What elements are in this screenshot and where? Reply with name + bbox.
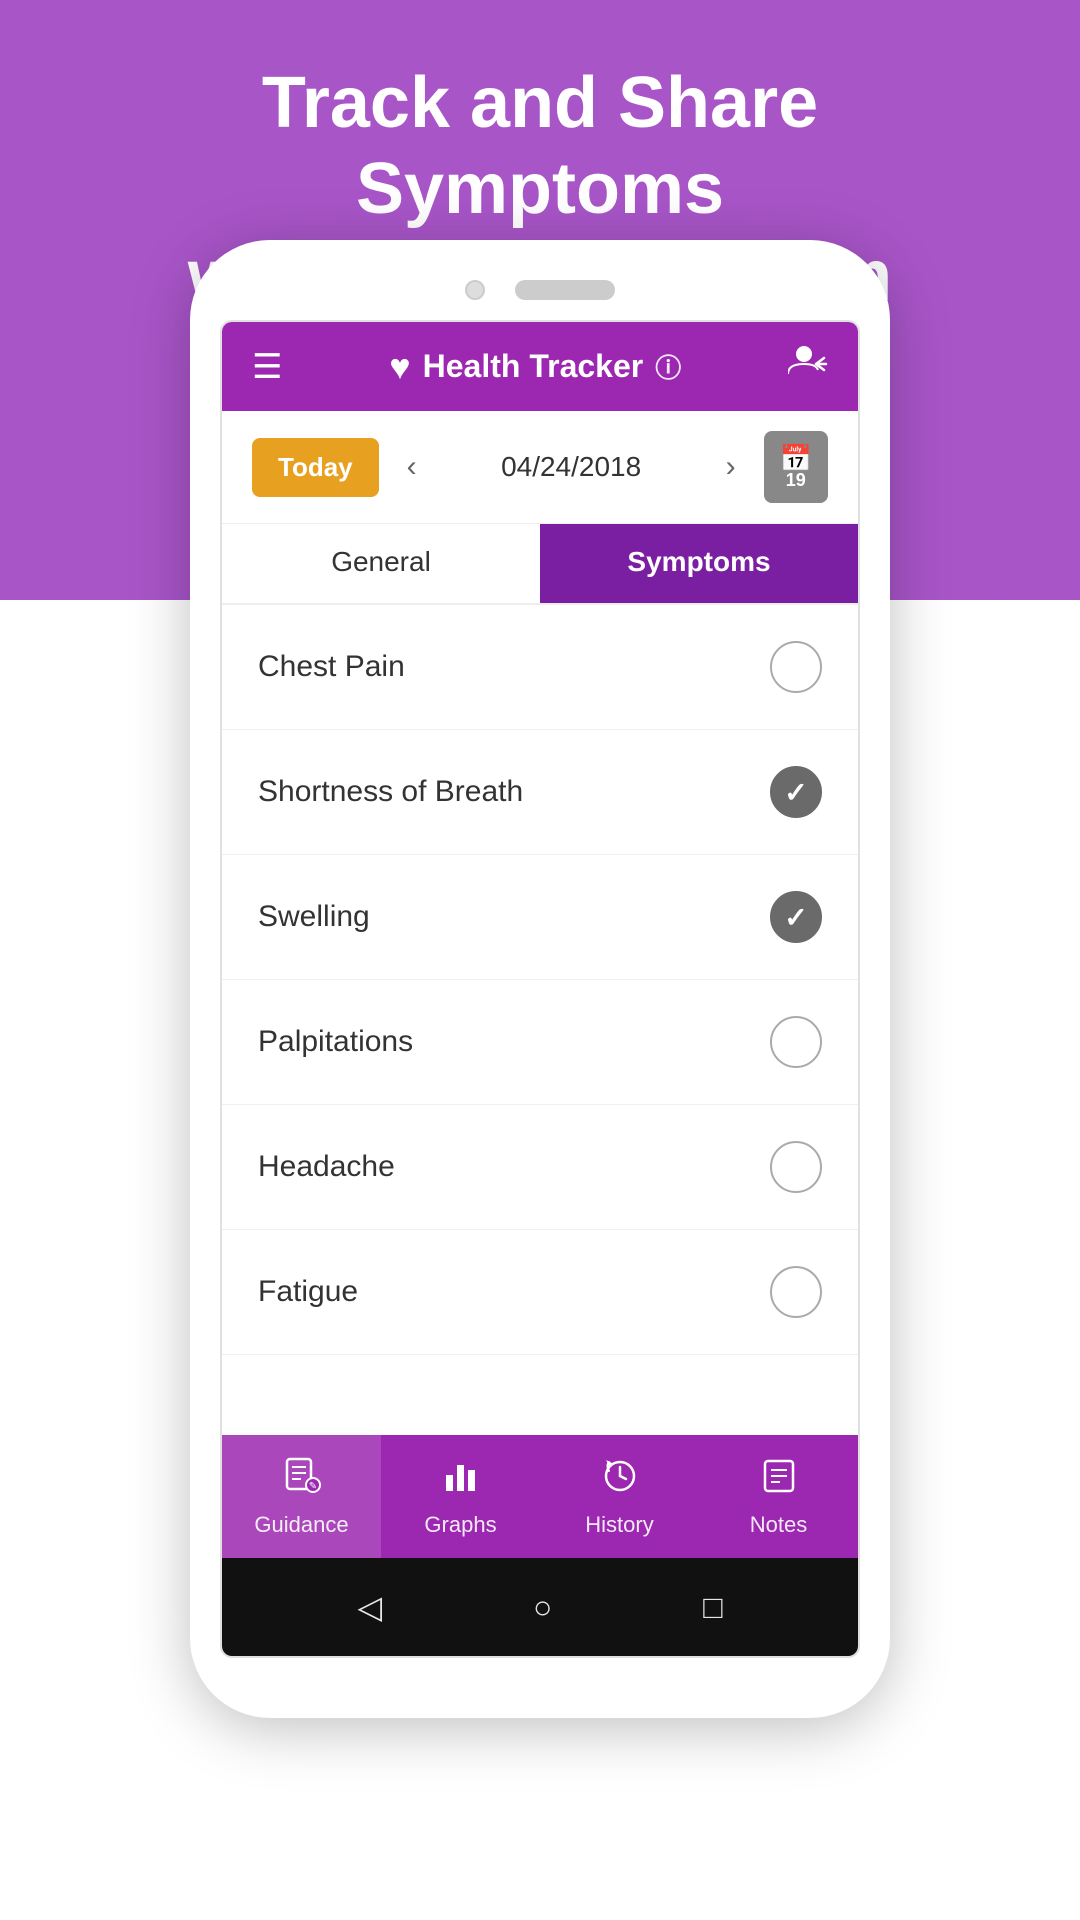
hero-line1: Track and Share Symptoms xyxy=(262,63,818,229)
profile-icon[interactable] xyxy=(788,344,828,389)
symptom-headache[interactable]: Headache xyxy=(222,1105,858,1230)
phone-screen: ☰ ♥ Health Tracker ⓘ Today ‹ xyxy=(220,320,860,1658)
today-button[interactable]: Today xyxy=(252,438,379,497)
phone-outer: ☰ ♥ Health Tracker ⓘ Today ‹ xyxy=(190,240,890,1718)
android-recent[interactable]: □ xyxy=(703,1589,722,1626)
phone-top-bar xyxy=(220,280,860,300)
symptom-fatigue-label: Fatigue xyxy=(258,1275,358,1309)
info-icon[interactable]: ⓘ xyxy=(655,348,681,385)
app-header: ☰ ♥ Health Tracker ⓘ xyxy=(222,322,858,411)
symptom-headache-label: Headache xyxy=(258,1150,395,1184)
tab-general[interactable]: General xyxy=(222,524,540,603)
prev-date-button[interactable]: ‹ xyxy=(399,442,425,492)
android-nav-bar: ◁ ○ □ xyxy=(222,1558,858,1656)
nav-history[interactable]: History xyxy=(540,1435,699,1558)
symptom-chest-pain-label: Chest Pain xyxy=(258,650,405,684)
symptom-chest-pain[interactable]: Chest Pain xyxy=(222,605,858,730)
history-label: History xyxy=(585,1512,653,1538)
guidance-label: Guidance xyxy=(254,1512,348,1538)
nav-guidance[interactable]: ✎ Guidance xyxy=(222,1435,381,1558)
list-spacer xyxy=(222,1355,858,1435)
nav-notes[interactable]: Notes xyxy=(699,1435,858,1558)
date-nav: Today ‹ 04/24/2018 › 📅19 xyxy=(222,411,858,524)
graphs-icon xyxy=(442,1457,480,1504)
notes-label: Notes xyxy=(750,1512,807,1538)
notes-icon xyxy=(760,1457,798,1504)
calendar-day: 19 xyxy=(780,470,812,491)
checkmark-icon-2: ✓ xyxy=(784,901,807,934)
symptom-headache-checkbox[interactable] xyxy=(770,1141,822,1193)
android-home[interactable]: ○ xyxy=(533,1589,552,1626)
graphs-label: Graphs xyxy=(424,1512,496,1538)
nav-graphs[interactable]: Graphs xyxy=(381,1435,540,1558)
symptom-shortness-of-breath[interactable]: Shortness of Breath ✓ xyxy=(222,730,858,855)
heart-icon: ♥ xyxy=(389,346,410,388)
checkmark-icon: ✓ xyxy=(784,776,807,809)
next-date-button[interactable]: › xyxy=(718,442,744,492)
symptom-palpitations[interactable]: Palpitations xyxy=(222,980,858,1105)
symptom-palpitations-label: Palpitations xyxy=(258,1025,413,1059)
symptom-fatigue[interactable]: Fatigue xyxy=(222,1230,858,1355)
tab-symptoms[interactable]: Symptoms xyxy=(540,524,858,603)
app-title: Health Tracker xyxy=(423,348,644,385)
bottom-nav: ✎ Guidance Graphs xyxy=(222,1435,858,1558)
symptom-chest-pain-checkbox[interactable] xyxy=(770,641,822,693)
menu-icon[interactable]: ☰ xyxy=(252,347,282,387)
phone-mockup: ☰ ♥ Health Tracker ⓘ Today ‹ xyxy=(190,240,890,1718)
symptom-swelling-checkbox[interactable]: ✓ xyxy=(770,891,822,943)
symptoms-list: Chest Pain Shortness of Breath ✓ Swellin… xyxy=(222,605,858,1435)
symptom-shortness-label: Shortness of Breath xyxy=(258,775,523,809)
calendar-button[interactable]: 📅19 xyxy=(764,431,828,503)
phone-camera xyxy=(465,280,485,300)
tab-bar: General Symptoms xyxy=(222,524,858,605)
guidance-icon: ✎ xyxy=(283,1457,321,1504)
header-title-group: ♥ Health Tracker ⓘ xyxy=(389,346,681,388)
symptom-swelling-label: Swelling xyxy=(258,900,370,934)
symptom-swelling[interactable]: Swelling ✓ xyxy=(222,855,858,980)
symptom-shortness-checkbox[interactable]: ✓ xyxy=(770,766,822,818)
date-display: 04/24/2018 xyxy=(445,451,698,483)
history-icon xyxy=(601,1457,639,1504)
phone-speaker xyxy=(515,280,615,300)
symptom-palpitations-checkbox[interactable] xyxy=(770,1016,822,1068)
android-back[interactable]: ◁ xyxy=(357,1588,382,1626)
symptom-fatigue-checkbox[interactable] xyxy=(770,1266,822,1318)
svg-text:✎: ✎ xyxy=(308,1481,316,1492)
